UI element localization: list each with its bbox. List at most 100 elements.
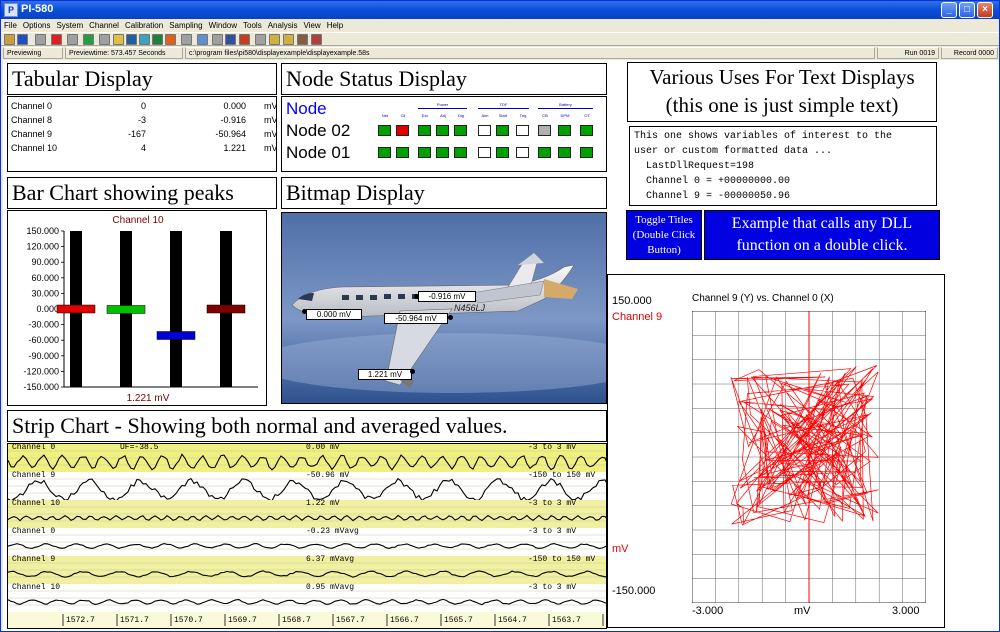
minimize-button[interactable]: _ [941,2,957,18]
toolbar-button-icon[interactable] [283,34,294,45]
toolbar-button-icon[interactable] [225,34,236,45]
xy-plot-panel[interactable]: 150.000 Channel 9 mV -150.000 Channel 9 … [607,274,945,628]
toolbar-button-icon[interactable] [17,34,28,45]
strip-trace-name: Channel 10 [12,499,61,508]
variables-line: This one shows variables of interest to … [634,131,893,142]
status-led [454,147,467,158]
node-column-label: OT [584,113,590,118]
bar-chart-title[interactable]: Bar Chart showing peaks [7,177,277,209]
toolbar-button-icon[interactable] [35,34,46,45]
maximize-button[interactable]: □ [959,2,975,18]
tabular-row: Channel 8 -3 -0.916 mV [8,115,277,128]
toolbar-button-icon[interactable] [83,34,94,45]
strip-time-label: 1564.7 [498,616,527,625]
menu-view[interactable]: View [301,19,324,32]
tabular-raw-value: 0 [140,101,146,111]
toolbar-button-icon[interactable] [67,34,78,45]
toolbar-button-icon[interactable] [152,34,163,45]
bitmap-display[interactable]: N456LJ -0.916 mV 0.000 mV -50.964 mV 1.2… [281,212,607,404]
tabular-rows: Channel 0 0 0.000 mV Channel 8 -3 -0.916 mV Chan… [8,99,277,169]
bitmap-label-ch8: -0.916 mV [418,291,476,302]
variables-line: LastDllRequest=198 [634,161,755,172]
strip-trace-range: -150 to 150 mV [528,555,596,564]
menu-system[interactable]: System [53,19,86,32]
strip-trace-value: -0.23 mVavg [306,527,359,536]
status-led [580,147,593,158]
status-led [378,125,391,136]
xy-channel-label: Channel 9 [612,311,663,323]
variables-line: Channel 0 = +00000000.00 [634,176,791,187]
tabular-display[interactable]: Channel 0 0 0.000 mV Channel 8 -3 -0.916 mV Chan… [7,96,277,172]
strip-trace-name: Channel 10 [12,583,61,592]
toolbar-button-icon[interactable] [113,34,124,45]
tabular-unit: mV [264,115,277,125]
menu-analysis[interactable]: Analysis [265,19,301,32]
strip-time-label: 1570.7 [174,616,203,625]
strip-chart[interactable]: Channel 0 UF=-38.5 0.00 mV -3 to 3 mV Channe… [7,443,607,629]
strip-time-label: 1562.7 [606,616,607,625]
menu-help[interactable]: Help [324,19,346,32]
menu-calibration[interactable]: Calibration [122,19,166,32]
toggle-titles-button[interactable]: Toggle Titles (Double Click Button) [626,210,702,260]
strip-time-label: 1571.7 [120,616,149,625]
y-tick-label: 0.000 [36,304,59,314]
y-tick-label: -150.000 [23,382,59,392]
node-group-label: Battery [538,102,593,109]
toolbar-button-icon[interactable] [4,34,15,45]
tabular-value: -50.964 [215,129,246,139]
toolbar-button-icon[interactable] [239,34,250,45]
toolbar-button-icon[interactable] [255,34,266,45]
toolbar-button-icon[interactable] [269,34,280,45]
bar-chart-panel[interactable]: Channel 10 150.000 120.000 90.000 60.000 30.0… [7,210,267,406]
menu-window[interactable]: Window [206,19,240,32]
tabular-raw-value: 4 [140,143,146,153]
menu-file[interactable]: File [1,19,20,32]
toggle-titles-line: Button) [647,244,681,256]
toolbar-button-icon[interactable] [99,34,110,45]
menu-sampling[interactable]: Sampling [166,19,205,32]
node-status-display[interactable]: Node Node 02 Node 01 Net Cll Exc Adj Dig Aim S… [281,96,607,172]
strip-trace-name: Channel 9 [12,471,56,480]
tabular-channel-name: Channel 8 [11,115,53,125]
node-status-title[interactable]: Node Status Display [281,63,607,95]
toolbar-button-icon[interactable] [212,34,223,45]
status-led [436,125,449,136]
toolbar-button-icon[interactable] [311,34,322,45]
toolbar-button-icon[interactable] [126,34,137,45]
xy-x-min-label: -3.000 [692,605,724,617]
node-column-label: Cll [400,113,406,118]
toolbar-button-icon[interactable] [181,34,192,45]
app-icon[interactable]: P [4,3,18,17]
tabular-unit: mV [264,129,277,139]
menu-tools[interactable]: Tools [240,19,265,32]
menu-options[interactable]: Options [20,19,54,32]
tabular-value: 0.000 [223,101,246,111]
strip-time-label: 1568.7 [282,616,311,625]
toggle-titles-line: Toggle Titles [635,214,693,226]
title-bar[interactable]: P PI-580 _ □ × [1,1,999,19]
tabular-display-title[interactable]: Tabular Display [7,63,277,95]
toolbar-button-icon[interactable] [139,34,150,45]
node-column-label: Aim [481,113,489,118]
strip-chart-title[interactable]: Strip Chart - Showing both normal and av… [7,410,607,442]
status-bar: Previewing Previewtime: 573.457 Seconds … [1,47,999,59]
toolbar-button-icon[interactable] [197,34,208,45]
toolbar-button-icon[interactable] [297,34,308,45]
menu-channel[interactable]: Channel [86,19,122,32]
toolbar-button-icon[interactable] [165,34,176,45]
bar-chart-channel-title: Channel 10 [112,215,164,226]
dll-call-button[interactable]: Example that calls any DLL function on a… [704,210,940,260]
strip-time-label: 1567.7 [336,616,365,625]
node-group-label: TDF [478,102,529,109]
toolbar-button-icon[interactable] [51,34,62,45]
status-run: Run 0019 [877,47,939,59]
text-display-variables[interactable]: This one shows variables of interest to … [629,126,937,206]
status-led [496,147,509,158]
bitmap-display-title[interactable]: Bitmap Display [281,177,607,209]
status-led [538,147,551,158]
status-led [558,125,571,136]
tabular-raw-value: -167 [127,129,146,139]
text-display-simple[interactable]: Various Uses For Text Displays (this one… [627,62,937,122]
strip-trace-range: -3 to 3 mV [528,499,577,508]
close-button[interactable]: × [977,2,993,18]
